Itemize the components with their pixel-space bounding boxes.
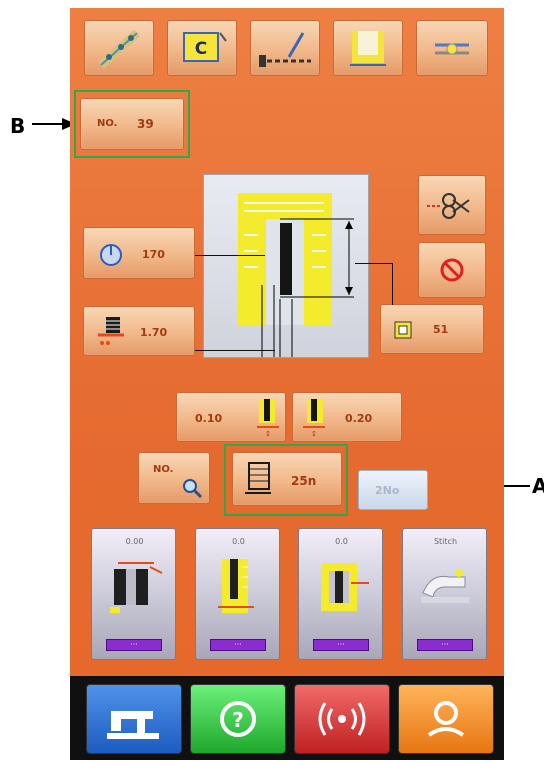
svg-text:?: ? — [232, 708, 244, 732]
sewing-machine-icon — [107, 711, 159, 739]
length-left-value: 0.10 — [195, 412, 223, 425]
width-leader-line — [195, 350, 275, 351]
width-comb-icon — [98, 317, 124, 345]
second-no-label: 2No — [375, 484, 400, 497]
length-right-value: 0.20 — [345, 412, 373, 425]
callout-b-label: B — [10, 114, 26, 138]
tension-icon — [435, 43, 469, 55]
length-right-icon: ↕ — [303, 399, 325, 437]
c-glyph: C — [195, 39, 207, 59]
pattern-no-value: 39 — [137, 117, 154, 131]
bartack-yellow-icon — [218, 559, 254, 613]
thread-path-button[interactable] — [84, 20, 154, 76]
counter-value: 51 — [433, 323, 449, 336]
thread-trim-button[interactable] — [418, 175, 486, 235]
nav-communication-button[interactable] — [294, 684, 390, 754]
bartack-frame-icon — [350, 31, 386, 66]
pattern-card-1[interactable]: 0.00 ··· — [91, 528, 176, 660]
card-tag: ··· — [106, 639, 162, 651]
width-button[interactable]: 1.70 — [83, 306, 195, 356]
speed-button[interactable]: 170 — [83, 227, 195, 279]
frame-counter-icon — [394, 321, 412, 339]
callout-a-label: A — [532, 474, 544, 498]
no-search-label: NO. — [153, 464, 174, 475]
card-top-label: 0.0 — [335, 537, 348, 546]
bartack-frame-icon — [321, 563, 369, 611]
double-bartack-icon — [110, 562, 163, 613]
stitch-line-icon — [259, 32, 311, 67]
stitches-value: 25n — [291, 474, 317, 488]
counter-leader-v — [392, 263, 393, 305]
magnifier-icon — [183, 479, 203, 499]
speed-value: 170 — [142, 248, 165, 261]
card-tag: ··· — [210, 639, 266, 651]
search-icon — [427, 701, 465, 737]
pattern-card-2[interactable]: 0.0 ··· — [195, 528, 280, 660]
card-top-label: 0.00 — [125, 537, 144, 546]
nav-search-button[interactable] — [398, 684, 494, 754]
svg-text:↕: ↕ — [311, 430, 317, 437]
nav-sewing-button[interactable] — [86, 684, 182, 754]
stitch-line-button[interactable] — [250, 20, 320, 76]
speed-knob-icon — [100, 244, 122, 266]
thread-path-icon — [98, 29, 140, 69]
pattern-preview — [203, 174, 369, 358]
card-top-label: Stitch — [433, 537, 458, 546]
nav-info-button[interactable]: ? — [190, 684, 286, 754]
prohibit-icon — [440, 258, 464, 282]
scissors-icon — [427, 193, 470, 219]
pattern-card-3[interactable]: 0.0 ··· — [298, 528, 383, 660]
c-pattern-icon: C — [183, 32, 227, 62]
info-icon: ? — [220, 701, 256, 737]
tension-button[interactable] — [416, 20, 488, 76]
card-tag: ··· — [417, 639, 473, 651]
wireless-icon — [318, 702, 366, 736]
length-left-icon: ↕ — [257, 399, 279, 437]
stitch-count-icon — [245, 462, 271, 494]
svg-text:↕: ↕ — [265, 430, 271, 437]
second-no-button[interactable]: 2No — [358, 470, 428, 510]
no-search-button[interactable]: NO. — [138, 452, 210, 504]
counter-leader-h — [355, 263, 393, 264]
length-left-button[interactable]: 0.10 ↕ — [176, 392, 286, 442]
pattern-no-label: NO. — [97, 118, 118, 129]
length-right-button[interactable]: ↕ 0.20 — [292, 392, 402, 442]
bartack-frame-button[interactable] — [333, 20, 403, 76]
width-value: 1.70 — [140, 326, 168, 339]
c-pattern-button[interactable]: C — [167, 20, 237, 76]
counter-button[interactable]: 51 — [380, 304, 484, 354]
stitches-button[interactable]: 25n — [232, 452, 342, 506]
card-tag: ··· — [313, 639, 369, 651]
pattern-no-button[interactable]: NO. 39 — [80, 98, 184, 150]
sewing-machine-icon — [421, 569, 469, 603]
speed-leader-line — [195, 255, 265, 256]
stop-button[interactable] — [418, 242, 486, 298]
pattern-card-4[interactable]: Stitch ··· — [402, 528, 487, 660]
card-top-label: 0.0 — [232, 537, 245, 546]
bartack-shape-icon — [238, 193, 354, 357]
